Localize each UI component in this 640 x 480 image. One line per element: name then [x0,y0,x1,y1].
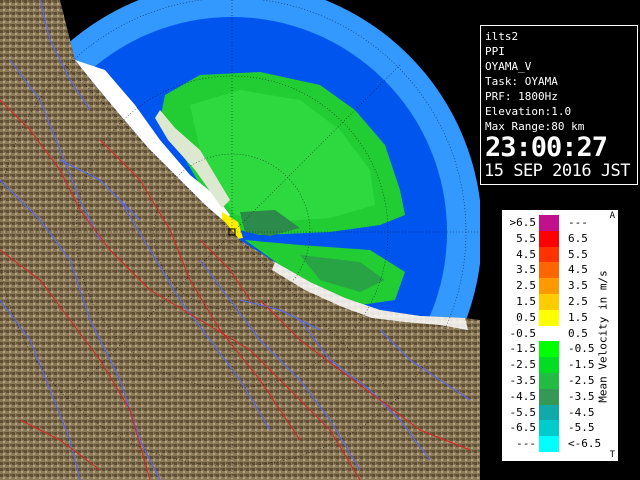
info-line: OYAMA_V [485,60,532,73]
legend-low-value: -3.5 [509,374,537,387]
legend-high-value: 1.5 [568,310,588,324]
info-line: PPI [485,45,505,58]
legend-low-value: 2.5 [516,279,536,293]
legend-swatch [539,325,559,342]
legend-low-value: -6.5 [509,421,537,435]
legend-high-value: 5.5 [568,247,588,261]
legend-swatch [539,278,559,294]
legend-low-value: 3.5 [516,263,536,277]
legend-row: --- <-6.5 [502,436,620,452]
info-line: Task: OYAMA [485,75,558,88]
legend-swatch [539,262,559,279]
legend-row: >6.5 --- [502,215,620,231]
info-line: PRF: 1800Hz [485,90,558,103]
legend-low-value: -1.5 [509,342,537,356]
legend-high-value: -4.5 [568,405,595,419]
radar-map-canvas [0,0,480,480]
legend-high-value: -5.5 [568,421,595,435]
legend-swatch [539,388,559,405]
legend-low-value: >6.5 [509,216,537,229]
legend-swatch [539,309,559,326]
legend-high-value: 6.5 [568,231,588,245]
legend-swatch [539,230,559,247]
observation-date: 15 SEP 2016 JST [484,161,631,181]
legend-swatch [539,215,559,231]
radar-map[interactable] [0,0,480,480]
legend-high-value: --- [568,216,588,229]
legend-high-value: 4.5 [568,263,588,277]
legend-row: -6.5 -5.5 [502,420,620,437]
legend-title: Mean Velocity in m/s [596,270,610,403]
legend-high-value: 2.5 [568,295,588,308]
legend-low-value: --- [516,437,536,451]
legend-swatch [539,373,559,389]
legend-low-value: 0.5 [516,310,536,324]
legend-high-value: -3.5 [568,389,595,403]
legend-high-value: -0.5 [568,342,595,356]
observation-time: 23:00:27 [485,132,608,163]
legend-high-value: <-6.5 [568,437,602,451]
info-line: ilts2 [485,30,519,43]
legend-low-value: -2.5 [509,358,537,372]
info-line: Elevation:1.0 [485,105,572,118]
legend-high-value: -2.5 [568,374,595,387]
legend-swatch [539,341,559,358]
legend-swatch [539,404,559,421]
legend-low-value: -0.5 [509,326,537,340]
legend-swatch [539,246,559,263]
legend-low-value: 5.5 [516,231,536,245]
legend-swatch [539,436,559,452]
legend-high-value: 3.5 [568,279,588,293]
velocity-legend: A T >6.5 --- 5.5 6.5 4.5 5.5 3.5 4.5 2.5 3.5 1.5 2.… [501,209,619,462]
legend-low-value: 1.5 [516,295,536,308]
legend-swatch [539,420,559,437]
legend-low-value: -4.5 [509,389,537,403]
legend-swatch [539,357,559,373]
info-panel: ilts2 PPI OYAMA_V Task: OYAMA PRF: 1800H… [480,25,638,185]
legend-swatch [539,294,559,310]
legend-title-box: Mean Velocity in m/s [596,262,612,412]
legend-row: 5.5 6.5 [502,230,620,247]
legend-high-value: -1.5 [568,358,595,372]
legend-low-value: -5.5 [509,405,537,419]
legend-high-value: 0.5 [568,326,588,340]
legend-row: 4.5 5.5 [502,246,620,263]
legend-low-value: 4.5 [516,247,536,261]
